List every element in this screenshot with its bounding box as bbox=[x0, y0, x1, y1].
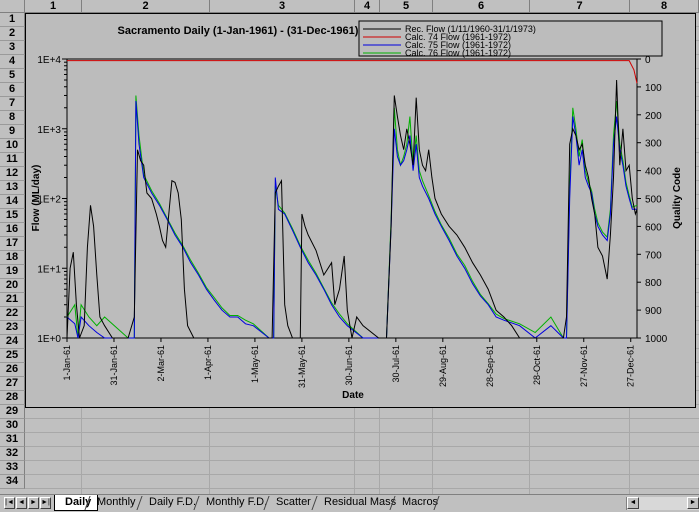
sheet-tab-bar: |◄ ◄ ► ►| Daily Monthly Daily F.D. Monthly … bbox=[0, 494, 699, 512]
x-tick-label: 28-Sep-61 bbox=[485, 345, 495, 387]
column-header[interactable]: 2 bbox=[82, 0, 210, 13]
next-sheet-icon[interactable]: ► bbox=[28, 497, 39, 509]
x-tick-label: 31-Jan-61 bbox=[109, 345, 119, 386]
row-header[interactable]: 33 bbox=[0, 461, 25, 475]
sheet-tab[interactable]: Monthly bbox=[87, 495, 142, 511]
row-header[interactable]: 30 bbox=[0, 419, 25, 433]
x-tick-label: 30-Jun-61 bbox=[344, 345, 354, 386]
row-header[interactable]: 17 bbox=[0, 237, 25, 251]
row-header[interactable]: 28 bbox=[0, 391, 25, 405]
column-header[interactable]: 5 bbox=[380, 0, 433, 13]
column-header[interactable]: 8 bbox=[630, 0, 699, 13]
y2-tick-label: 600 bbox=[645, 222, 662, 233]
sheet-tab[interactable]: Daily F.D. bbox=[139, 495, 202, 511]
flow-chart: 1E+01E+11E+21E+31E+4 01002003004005006007… bbox=[31, 20, 683, 401]
x-tick-label: 30-Jul-61 bbox=[391, 345, 401, 383]
y2-tick-label: 400 bbox=[645, 167, 662, 178]
x-tick-label: 2-Mar-61 bbox=[156, 345, 166, 382]
y2-tick-label: 100 bbox=[645, 83, 662, 94]
x-tick-label: 27-Nov-61 bbox=[579, 345, 589, 387]
y2-tick-label: 700 bbox=[645, 250, 662, 261]
select-all-corner[interactable] bbox=[0, 0, 25, 13]
row-header[interactable]: 16 bbox=[0, 223, 25, 237]
grid-line bbox=[25, 418, 699, 419]
row-header[interactable]: 31 bbox=[0, 433, 25, 447]
first-sheet-icon[interactable]: |◄ bbox=[4, 497, 15, 509]
x-tick-label: 1-Jan-61 bbox=[62, 345, 72, 381]
y-tick-label: 1E+0 bbox=[37, 334, 61, 345]
row-header[interactable]: 15 bbox=[0, 209, 25, 223]
y2-tick-label: 0 bbox=[645, 55, 651, 66]
scroll-left-icon[interactable]: ◄ bbox=[627, 497, 639, 509]
y-tick-label: 1E+3 bbox=[37, 125, 61, 136]
row-header[interactable]: 27 bbox=[0, 377, 25, 391]
legend-entry: Calc. 76 Flow (1961-1972) bbox=[405, 48, 511, 58]
row-header[interactable]: 29 bbox=[0, 405, 25, 419]
row-header[interactable]: 1 bbox=[0, 13, 25, 27]
y2-tick-label: 200 bbox=[645, 111, 662, 122]
y-axis-label: Flow (ML/day) bbox=[31, 165, 42, 232]
row-header[interactable]: 25 bbox=[0, 349, 25, 363]
chart-title: Sacramento Daily (1-Jan-1961) - (31-Dec-… bbox=[118, 25, 359, 37]
row-header[interactable]: 23 bbox=[0, 321, 25, 335]
scroll-right-icon[interactable]: ► bbox=[687, 497, 699, 509]
last-sheet-icon[interactable]: ►| bbox=[40, 497, 51, 509]
row-header[interactable]: 10 bbox=[0, 139, 25, 153]
y-tick-label: 1E+4 bbox=[37, 55, 61, 66]
row-header[interactable]: 21 bbox=[0, 293, 25, 307]
grid-line bbox=[25, 474, 699, 475]
grid-line bbox=[25, 488, 699, 489]
prev-sheet-icon[interactable]: ◄ bbox=[16, 497, 27, 509]
x-tick-label: 31-May-61 bbox=[297, 345, 307, 388]
y-tick-label: 1E+1 bbox=[37, 264, 61, 275]
row-header[interactable]: 32 bbox=[0, 447, 25, 461]
plot-area bbox=[66, 58, 638, 339]
x-tick-label: 28-Oct-61 bbox=[532, 345, 542, 385]
row-header[interactable]: 2 bbox=[0, 27, 25, 41]
horizontal-scrollbar[interactable]: ◄ ► bbox=[626, 497, 699, 510]
y2-tick-label: 900 bbox=[645, 306, 662, 317]
x-axis-label: Date bbox=[342, 390, 364, 401]
row-header[interactable]: 5 bbox=[0, 69, 25, 83]
grid-line bbox=[25, 432, 699, 433]
row-header[interactable]: 19 bbox=[0, 265, 25, 279]
row-header[interactable]: 12 bbox=[0, 167, 25, 181]
column-header[interactable]: 6 bbox=[433, 0, 530, 13]
y2-tick-label: 1000 bbox=[645, 334, 668, 345]
column-header[interactable]: 7 bbox=[530, 0, 630, 13]
column-header[interactable]: 3 bbox=[210, 0, 355, 13]
row-header[interactable]: 24 bbox=[0, 335, 25, 349]
row-header[interactable]: 22 bbox=[0, 307, 25, 321]
row-header[interactable]: 14 bbox=[0, 195, 25, 209]
x-tick-label: 1-Apr-61 bbox=[203, 345, 213, 380]
row-header[interactable]: 4 bbox=[0, 55, 25, 69]
row-header[interactable]: 26 bbox=[0, 363, 25, 377]
chart-object[interactable]: 1E+0 1E+1 1E+2 1E+3 1E+4 0 100 200 300 400 500 600 7… bbox=[25, 13, 696, 408]
x-tick-label: 27-Dec-61 bbox=[626, 345, 636, 387]
row-header[interactable]: 18 bbox=[0, 251, 25, 265]
y2-tick-label: 800 bbox=[645, 278, 662, 289]
y2-tick-label: 300 bbox=[645, 139, 662, 150]
y2-axis-label: Quality Code bbox=[672, 167, 683, 229]
row-header[interactable]: 7 bbox=[0, 97, 25, 111]
row-header[interactable]: 3 bbox=[0, 41, 25, 55]
grid-line bbox=[25, 460, 699, 461]
row-header[interactable]: 34 bbox=[0, 475, 25, 489]
row-header[interactable]: 9 bbox=[0, 125, 25, 139]
row-header[interactable]: 13 bbox=[0, 181, 25, 195]
x-tick-label: 1-May-61 bbox=[250, 345, 260, 383]
column-header[interactable]: 1 bbox=[25, 0, 82, 13]
sheet-tab[interactable]: Monthly F.D. bbox=[196, 495, 273, 511]
column-header[interactable]: 4 bbox=[355, 0, 380, 13]
y2-tick-label: 500 bbox=[645, 195, 662, 206]
row-header[interactable]: 8 bbox=[0, 111, 25, 125]
grid-line bbox=[25, 446, 699, 447]
sheet-tab[interactable]: Scatter bbox=[266, 495, 317, 511]
row-header[interactable]: 20 bbox=[0, 279, 25, 293]
spreadsheet-area: 12345678 1 2 3 4 5 6 7 8 9 10 11 12 13 14 15 16 17 18 19 20… bbox=[0, 0, 699, 494]
row-header[interactable]: 11 bbox=[0, 153, 25, 167]
x-tick-label: 29-Aug-61 bbox=[438, 345, 448, 387]
row-header[interactable]: 6 bbox=[0, 83, 25, 97]
